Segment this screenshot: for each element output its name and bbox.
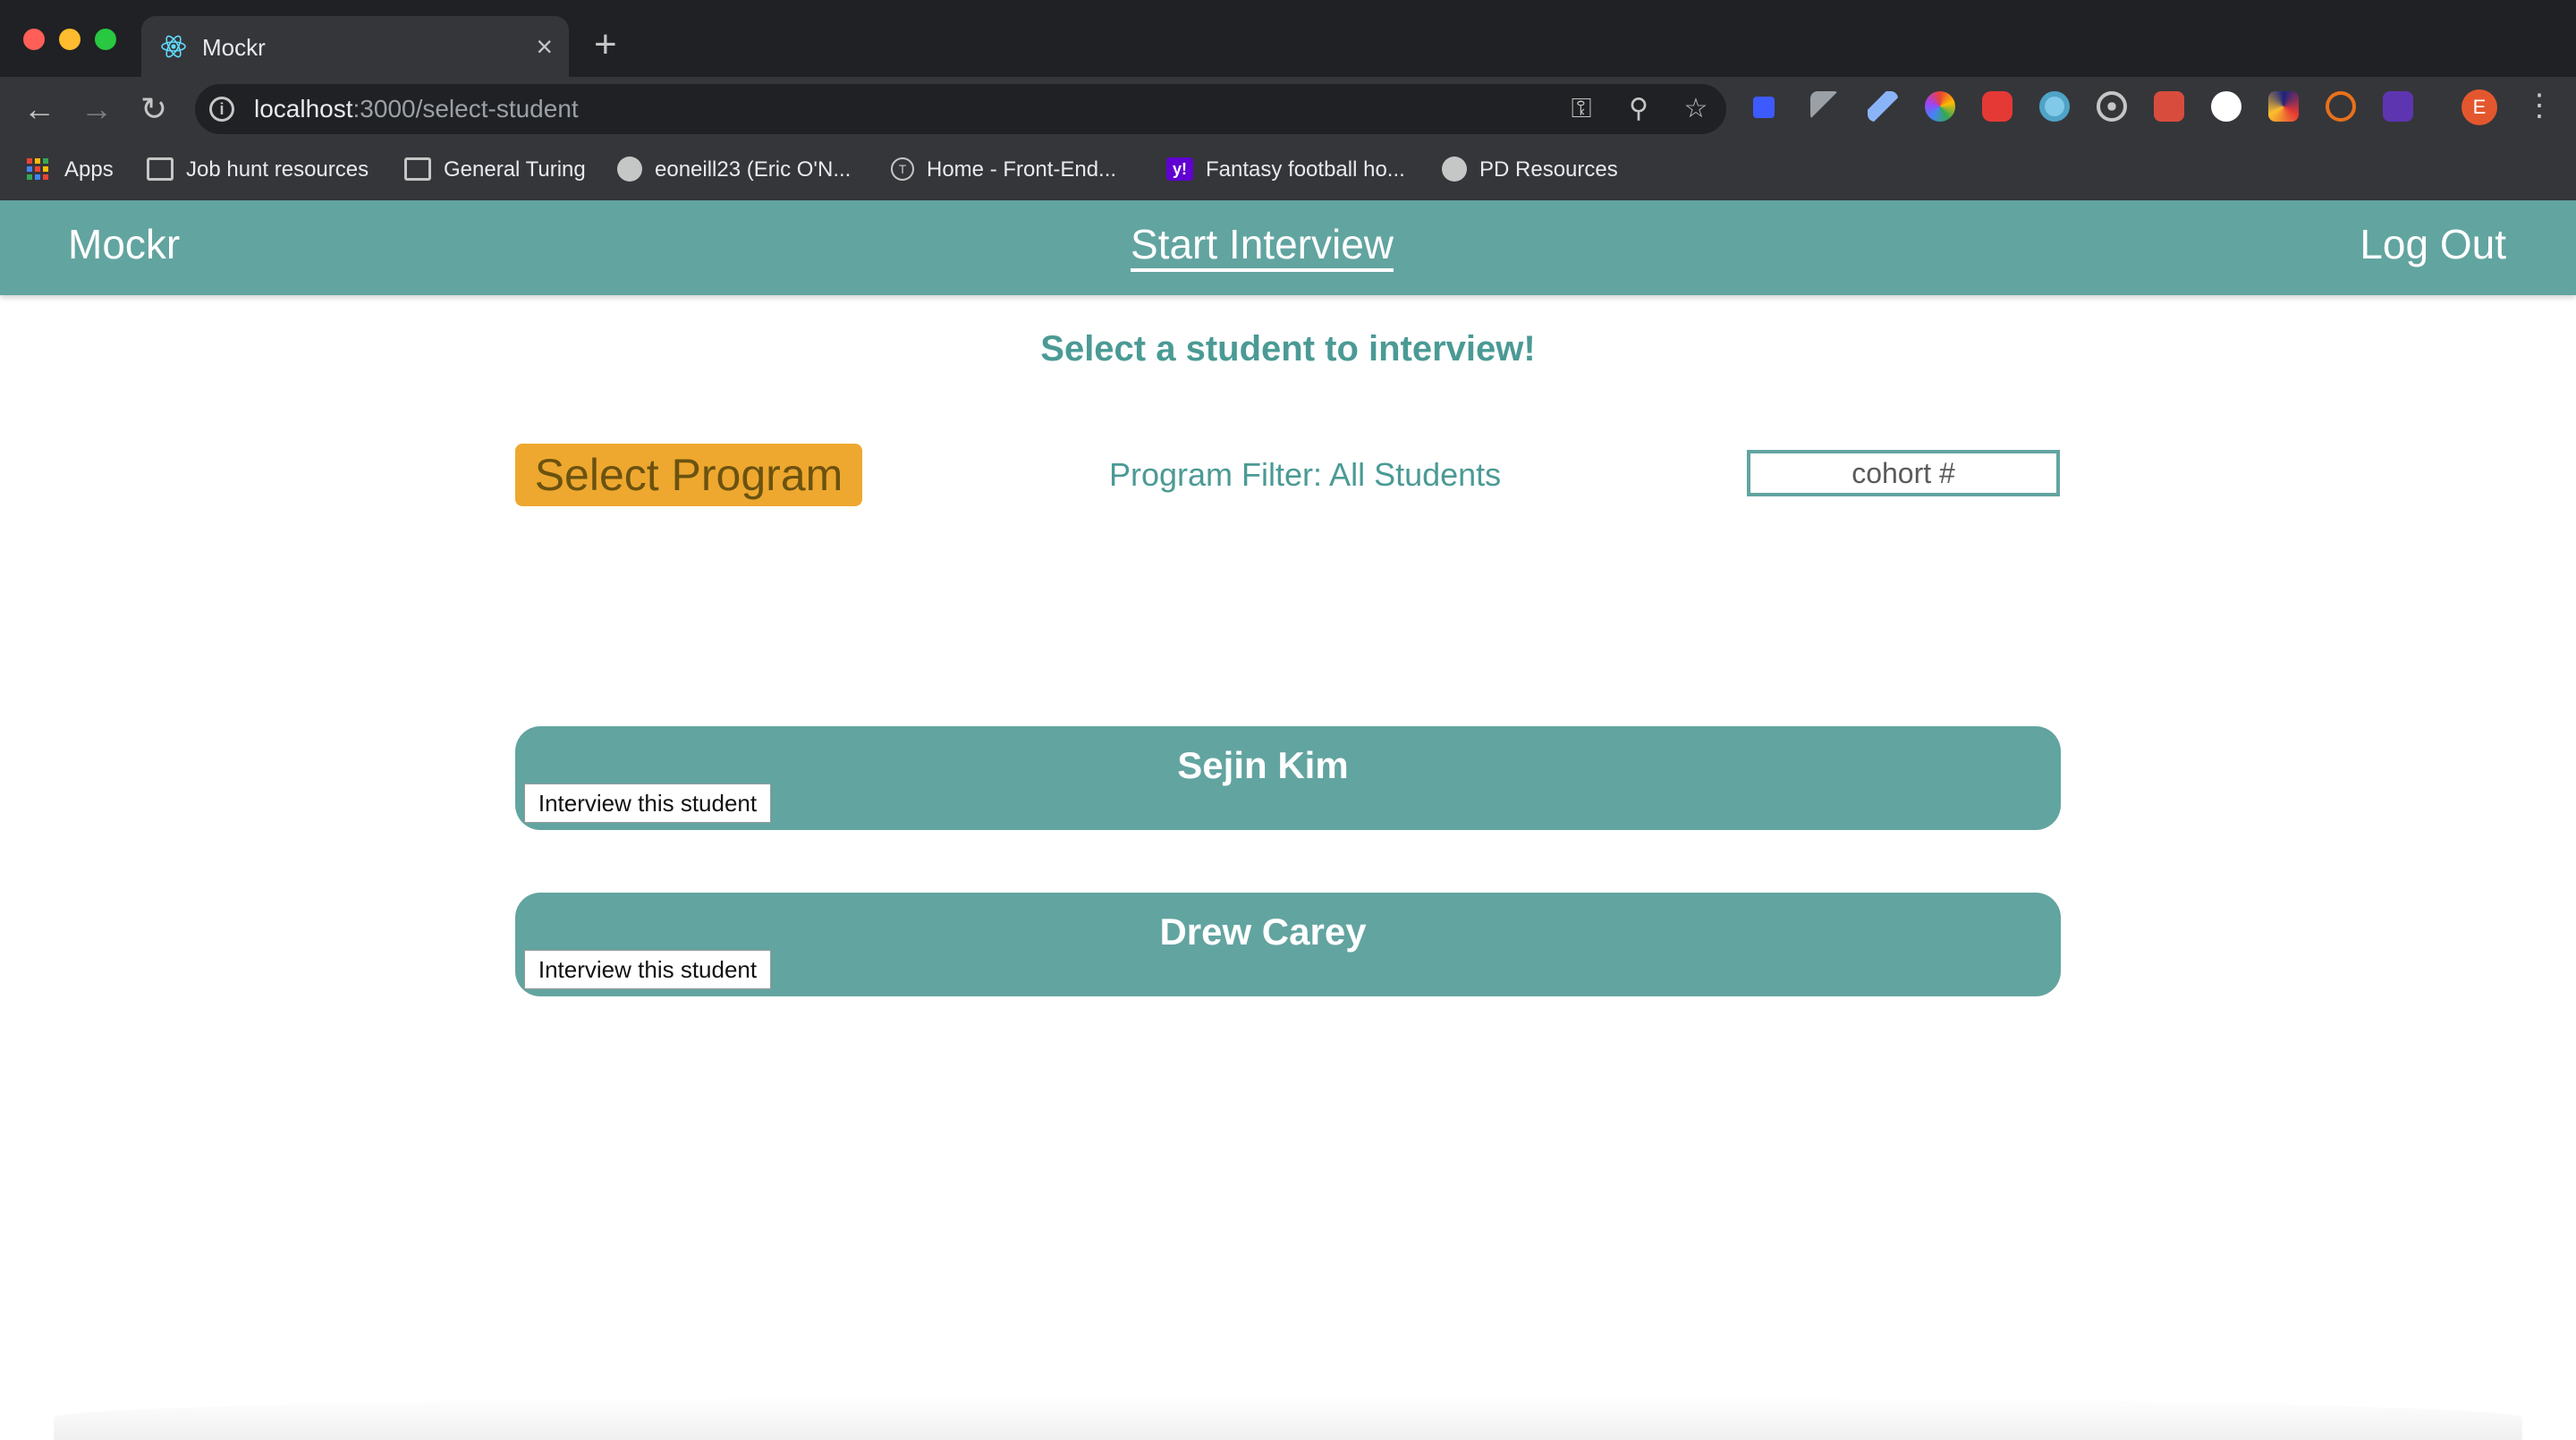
extension-white-circle-icon[interactable] [2211,91,2241,122]
student-name: Drew Carey [1159,911,1367,953]
close-window-button[interactable] [23,29,45,50]
bookmark-label: Job hunt resources [186,157,369,182]
student-card: Drew Carey Interview this student [515,893,2061,996]
bookmark-label: Fantasy football ho... [1206,157,1405,182]
bookmark-general-turing[interactable]: General Turing [404,154,586,186]
bookmark-pd-resources[interactable]: PD Resources [1442,154,1618,186]
extension-icon-1[interactable] [1753,97,1775,118]
zoom-icon[interactable]: ⚲ [1623,93,1655,125]
tab-title: Mockr [202,34,266,61]
tab-strip: Mockr × + [0,0,2576,77]
menu-icon[interactable]: ⋮ [2524,86,2555,125]
student-card: Sejin Kim Interview this student [515,726,2061,830]
extension-adblock-icon[interactable] [1982,91,2012,122]
bookmark-github-profile[interactable]: eoneill23 (Eric O'N... [617,154,851,186]
url-text[interactable]: localhost:3000/select-student [254,95,579,123]
star-icon[interactable]: ☆ [1680,93,1712,125]
address-bar[interactable]: i localhost:3000/select-student ⚿ ⚲ ☆ [195,84,1726,134]
back-icon[interactable]: ← [20,89,59,129]
bookmarks-bar: Apps Job hunt resources General Turing e… [0,141,2576,200]
bookmark-fantasy-football[interactable]: y! Fantasy football ho... [1166,154,1405,186]
key-icon[interactable]: ⚿ [1565,93,1597,125]
yahoo-icon: y! [1166,157,1193,181]
bookmark-label: General Turing [444,157,586,182]
page-bottom-shadow [54,1395,2522,1440]
bookmark-label: eoneill23 (Eric O'N... [655,157,852,182]
browser-toolbar: ← → ↻ i localhost:3000/select-student ⚿ … [0,77,2576,141]
page-title: Select a student to interview! [1040,329,1536,368]
profile-avatar[interactable]: E [2462,89,2497,125]
browser-chrome: Mockr × + ← → ↻ i localhost:3000/select-… [0,0,2576,200]
extension-target-icon[interactable] [2097,91,2127,122]
forward-icon[interactable]: → [77,89,116,129]
extension-circle-icon[interactable] [2039,91,2070,122]
maximize-window-button[interactable] [95,29,116,50]
student-name: Sejin Kim [1177,744,1349,786]
github-icon [617,156,642,182]
extension-colorwheel-icon[interactable] [1925,91,1955,122]
brand-logo[interactable]: Mockr [68,220,180,268]
cohort-input[interactable] [1747,450,2060,496]
folder-icon [404,157,431,181]
program-filter-label: Program Filter: All Students [1109,456,1502,493]
apps-grid-icon [27,157,48,180]
extension-purple-icon[interactable] [2383,91,2413,122]
extension-red-icon[interactable] [2154,91,2184,122]
bookmark-label: Apps [64,157,114,182]
extension-orange-icon[interactable] [2326,91,2356,122]
extension-highlighter-icon[interactable] [1868,91,1898,122]
bookmark-front-end-home[interactable]: T Home - Front-End... [891,154,1116,186]
extension-pen-icon[interactable] [1810,91,1841,122]
browser-tab[interactable]: Mockr × [141,16,569,77]
start-interview-link[interactable]: Start Interview [1131,220,1394,272]
react-icon [161,35,186,58]
github-icon [1442,156,1467,182]
info-icon[interactable]: i [209,97,234,122]
new-tab-button[interactable]: + [594,25,617,64]
select-program-button[interactable]: Select Program [515,444,862,506]
extension-multicolor-icon[interactable] [2268,91,2299,122]
url-path: :3000/select-student [352,95,579,123]
bookmark-job-hunt[interactable]: Job hunt resources [147,154,369,186]
log-out-link[interactable]: Log Out [2360,220,2506,268]
url-host: localhost [254,95,353,123]
app-header: Mockr Start Interview Log Out [0,200,2576,295]
bookmark-label: Home - Front-End... [927,157,1117,182]
reload-icon[interactable]: ↻ [134,89,174,129]
close-tab-icon[interactable]: × [536,29,553,64]
bookmark-apps[interactable]: Apps [27,154,114,186]
bookmark-label: PD Resources [1479,157,1618,182]
interview-student-button[interactable]: Interview this student [524,950,771,989]
interview-student-button[interactable]: Interview this student [524,784,771,823]
folder-icon [147,157,174,181]
turing-icon: T [891,157,914,181]
minimize-window-button[interactable] [59,29,80,50]
